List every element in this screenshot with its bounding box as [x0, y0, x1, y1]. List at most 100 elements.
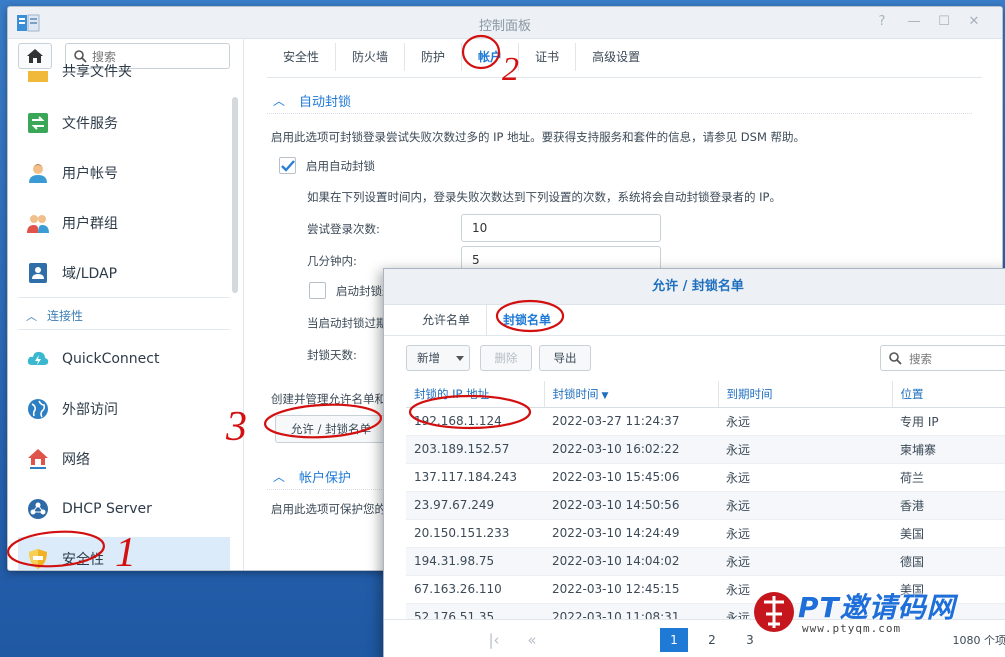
cell-expire: 永远: [718, 407, 892, 436]
autoblock-header[interactable]: ︿ 自动封锁: [273, 91, 351, 110]
sidebar-scrollbar[interactable]: [232, 97, 238, 293]
dialog-search-input[interactable]: [909, 350, 1005, 368]
account-protection-header[interactable]: ︿ 帐户保护: [273, 467, 351, 486]
search-icon: [74, 50, 87, 63]
external-access-icon: [26, 397, 50, 421]
dhcp-icon: [26, 497, 50, 521]
tab-allow-list[interactable]: 允许名单: [406, 305, 488, 335]
enable-autoblock-row[interactable]: 启用自动封锁: [279, 157, 375, 174]
close-icon[interactable]: ✕: [966, 14, 982, 29]
sidebar-item-label: 安全性: [62, 552, 104, 568]
column-location[interactable]: 位置: [892, 381, 1005, 408]
sidebar-item-external-access[interactable]: 外部访问: [18, 387, 230, 431]
sidebar-item-file-services[interactable]: 文件服务: [18, 101, 230, 145]
cell-ip: 194.31.98.75: [406, 547, 544, 576]
dialog-title: 允许 / 封锁名单: [384, 269, 1005, 305]
minimize-icon[interactable]: —: [906, 14, 922, 29]
attempts-label: 尝试登录次数:: [307, 222, 380, 236]
enable-autoblock-checkbox[interactable]: [279, 157, 296, 174]
maximize-icon[interactable]: ☐: [936, 14, 952, 29]
chevron-up-icon: ︿: [26, 309, 37, 323]
sidebar-item-label: 外部访问: [62, 402, 118, 418]
sidebar-item-user-account[interactable]: 用户帐号: [18, 151, 230, 195]
sidebar-item-ldap[interactable]: 域/LDAP: [18, 251, 230, 295]
sidebar-section-label: 连接性: [47, 309, 84, 323]
chevron-up-icon: ︿: [273, 94, 286, 108]
manage-list-label: 创建并管理允许名单和: [271, 392, 386, 406]
sidebar-item-label: 用户帐号: [62, 166, 118, 182]
group-icon: [26, 211, 50, 235]
sidebar-item-network[interactable]: 网络: [18, 437, 230, 481]
sidebar-divider: [18, 329, 230, 330]
network-icon: [26, 447, 50, 471]
attempts-input[interactable]: 10: [461, 214, 661, 242]
sidebar-item-quickconnect[interactable]: QuickConnect: [18, 337, 230, 381]
column-blocked-time[interactable]: 封锁时间 ▼: [544, 381, 719, 408]
expire-description: 当启动封锁过期: [307, 316, 388, 330]
cell-time: 2022-03-10 14:50:56: [544, 491, 718, 520]
page-number[interactable]: 2: [698, 628, 726, 652]
tab-block-list[interactable]: 封锁名单: [487, 305, 567, 335]
minutes-label: 几分钟内:: [307, 254, 357, 268]
sidebar-item-dhcp-server[interactable]: DHCP Server: [18, 487, 230, 531]
table-header-row: 封锁的 IP 地址 封锁时间 ▼ 到期时间 位置: [406, 381, 1005, 408]
tab-account[interactable]: 帐户: [462, 43, 520, 71]
watermark-logo-icon: [754, 592, 794, 632]
page-number-current[interactable]: 1: [660, 628, 688, 652]
tabs-divider: [267, 77, 982, 78]
tab-certificate[interactable]: 证书: [519, 43, 577, 71]
sidebar-item-label: DHCP Server: [62, 501, 152, 517]
table-row[interactable]: 137.117.184.243 2022-03-10 15:45:06 永远 荷兰: [406, 463, 1005, 492]
table-row[interactable]: 194.31.98.75 2022-03-10 14:04:02 永远 德国: [406, 547, 1005, 576]
sidebar-item-label: 网络: [62, 452, 90, 468]
sidebar-section-connectivity[interactable]: ︿ 连接性: [26, 307, 83, 324]
prev-page-icon[interactable]: «: [518, 628, 546, 652]
autoblock-title: 自动封锁: [299, 95, 352, 110]
table-row[interactable]: 20.150.151.233 2022-03-10 14:24:49 永远 美国: [406, 519, 1005, 548]
new-button[interactable]: 新增: [406, 345, 451, 371]
account-protection-description: 启用此选项可保护您的: [271, 502, 386, 516]
tab-security[interactable]: 安全性: [267, 43, 337, 71]
table-row[interactable]: 192.168.1.124 2022-03-27 11:24:37 永远 专用 IP: [406, 407, 1005, 436]
cell-time: 2022-03-27 11:24:37: [544, 407, 718, 436]
table-row[interactable]: 23.97.67.249 2022-03-10 14:50:56 永远 香港: [406, 491, 1005, 520]
cell-ip: 67.163.26.110: [406, 575, 544, 604]
column-expire-time[interactable]: 到期时间: [718, 381, 893, 408]
tab-advanced[interactable]: 高级设置: [576, 43, 656, 71]
cell-location: 专用 IP: [892, 407, 1005, 436]
export-button[interactable]: 导出: [539, 345, 591, 371]
table-row[interactable]: 203.189.152.57 2022-03-10 16:02:22 永远 柬埔寨: [406, 435, 1005, 464]
allow-block-list-button[interactable]: 允许 / 封锁名单: [275, 415, 387, 443]
user-icon: [26, 161, 50, 185]
enable-expire-row[interactable]: 启动封锁过: [309, 282, 394, 299]
chevron-up-icon: ︿: [273, 470, 286, 484]
first-page-icon[interactable]: |‹: [480, 628, 508, 652]
tab-protection[interactable]: 防护: [405, 43, 463, 71]
cell-expire: 永远: [718, 435, 892, 464]
help-icon[interactable]: ?: [874, 14, 890, 29]
title-bar: 控制面板 ? — ☐ ✕: [8, 7, 1002, 39]
column-label: 到期时间: [726, 386, 773, 401]
tab-firewall[interactable]: 防火墙: [336, 43, 406, 71]
enable-expire-checkbox[interactable]: [309, 282, 326, 299]
sidebar-item-security[interactable]: 安全性: [18, 537, 230, 570]
dialog-search[interactable]: [880, 345, 1005, 371]
security-shield-icon: [26, 547, 50, 570]
cell-expire: 永远: [718, 491, 892, 520]
column-blocked-ip[interactable]: 封锁的 IP 地址: [406, 381, 545, 408]
cell-time: 2022-03-10 16:02:22: [544, 435, 718, 464]
sidebar-item-user-group[interactable]: 用户群组: [18, 201, 230, 245]
cell-ip: 23.97.67.249: [406, 491, 544, 520]
home-icon: [27, 49, 43, 63]
sidebar-divider: [18, 297, 230, 298]
sidebar-item-label: 文件服务: [62, 116, 118, 132]
cell-ip: 203.189.152.57: [406, 435, 544, 464]
cell-location: 德国: [892, 547, 1005, 576]
new-dropdown-button[interactable]: [450, 345, 470, 371]
cell-time: 2022-03-10 12:45:15: [544, 575, 718, 604]
cell-location: 柬埔寨: [892, 435, 1005, 464]
ldap-icon: [26, 261, 50, 285]
delete-button[interactable]: 删除: [480, 345, 532, 371]
sidebar-item-shared-folder[interactable]: 共享文件夹: [18, 63, 230, 83]
file-services-icon: [26, 111, 50, 135]
